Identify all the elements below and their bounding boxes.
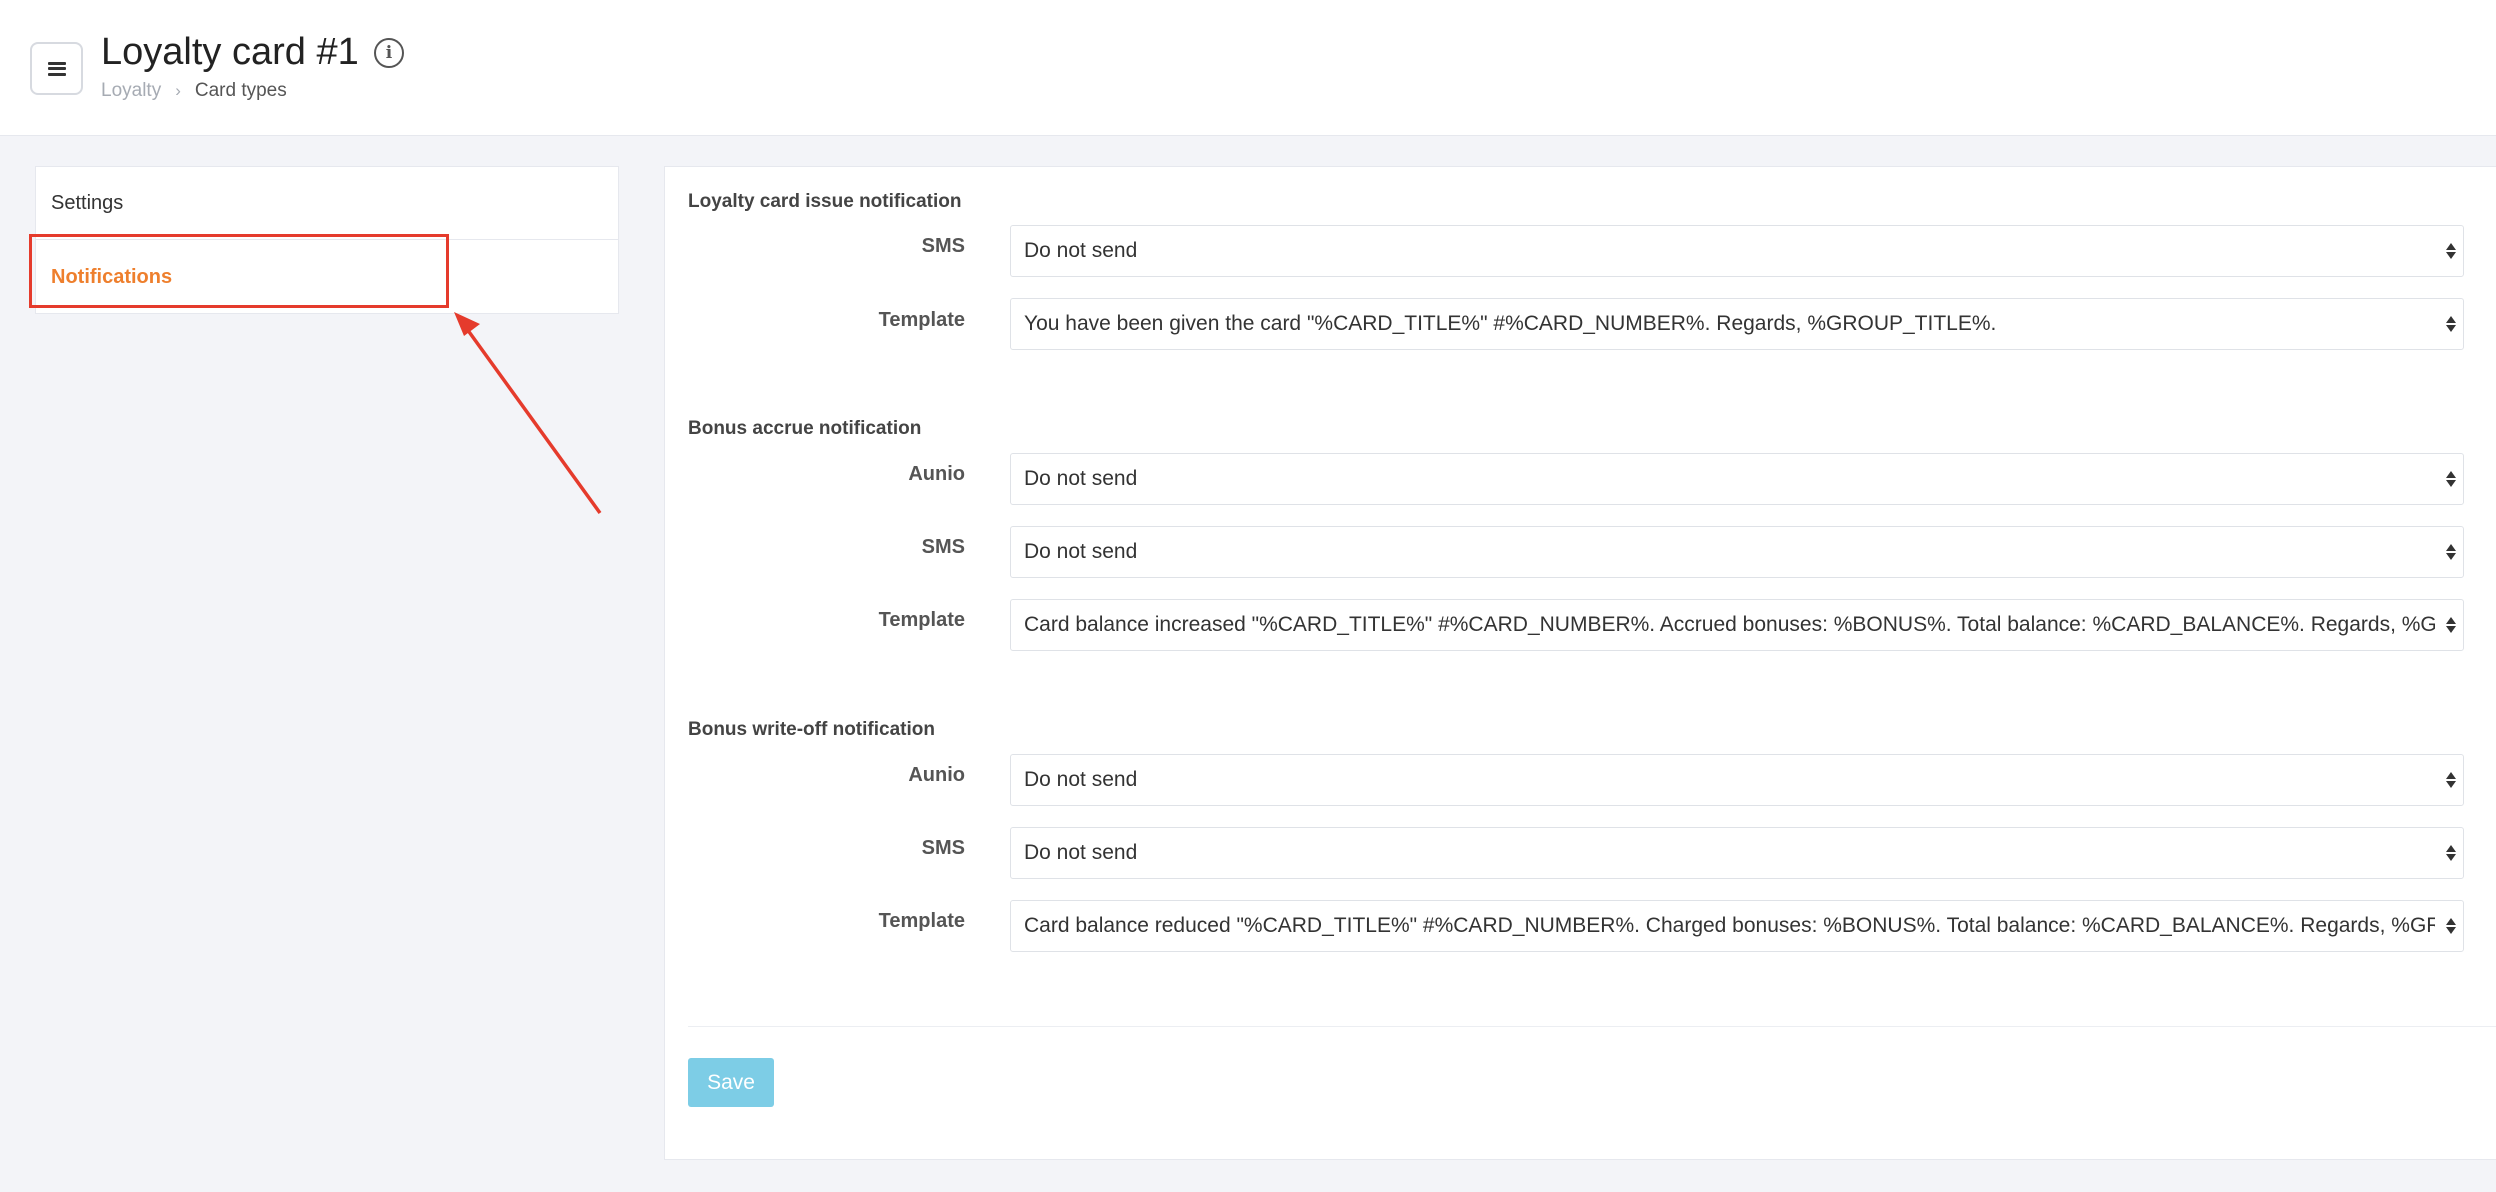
page-title: Loyalty card #1 (101, 31, 359, 73)
arrow-annotation (454, 312, 602, 515)
sms-label: SMS (921, 235, 965, 257)
chevron-right-icon: › (175, 81, 181, 100)
save-button[interactable]: Save (688, 1058, 774, 1107)
accrue-template-select[interactable]: Card balance increased "%CARD_TITLE%" #%… (1010, 599, 2464, 651)
sidebar-item-settings[interactable]: Settings (36, 167, 618, 240)
hamburger-icon (47, 61, 66, 76)
sms-label: SMS (921, 536, 965, 558)
breadcrumb-current: Card types (194, 80, 287, 101)
select-arrows-icon (2445, 616, 2457, 634)
divider (688, 1026, 2496, 1027)
select-arrows-icon (2445, 917, 2457, 935)
issue-sms-select[interactable]: Do not send (1010, 225, 2464, 277)
breadcrumb-link-loyalty[interactable]: Loyalty (101, 80, 161, 102)
writeoff-sms-select[interactable]: Do not send (1010, 827, 2464, 879)
select-arrows-icon (2445, 844, 2457, 862)
sidebar: Settings Notifications (35, 166, 619, 314)
menu-button[interactable] (30, 42, 83, 95)
aunio-label: Aunio (908, 463, 965, 485)
template-label: Template (878, 309, 965, 331)
section-title-issue: Loyalty card issue notification (688, 191, 962, 212)
template-label: Template (878, 910, 965, 932)
notifications-panel: Loyalty card issue notification SMS Do n… (664, 166, 2496, 1160)
section-title-writeoff: Bonus write-off notification (688, 719, 935, 740)
select-arrows-icon (2445, 543, 2457, 561)
template-label: Template (878, 609, 965, 631)
section-title-accrue: Bonus accrue notification (688, 418, 922, 439)
accrue-sms-select[interactable]: Do not send (1010, 526, 2464, 578)
breadcrumb: Loyalty › Card types (101, 80, 287, 102)
page-header: Loyalty card #1 i Loyalty › Card types (0, 0, 2496, 136)
writeoff-template-select[interactable]: Card balance reduced "%CARD_TITLE%" #%CA… (1010, 900, 2464, 952)
aunio-label: Aunio (908, 764, 965, 786)
select-arrows-icon (2445, 315, 2457, 333)
select-arrows-icon (2445, 242, 2457, 260)
select-arrows-icon (2445, 771, 2457, 789)
sms-label: SMS (921, 837, 965, 859)
info-icon[interactable]: i (374, 38, 404, 68)
select-arrows-icon (2445, 470, 2457, 488)
writeoff-aunio-select[interactable]: Do not send (1010, 754, 2464, 806)
issue-template-select[interactable]: You have been given the card "%CARD_TITL… (1010, 298, 2464, 350)
accrue-aunio-select[interactable]: Do not send (1010, 453, 2464, 505)
